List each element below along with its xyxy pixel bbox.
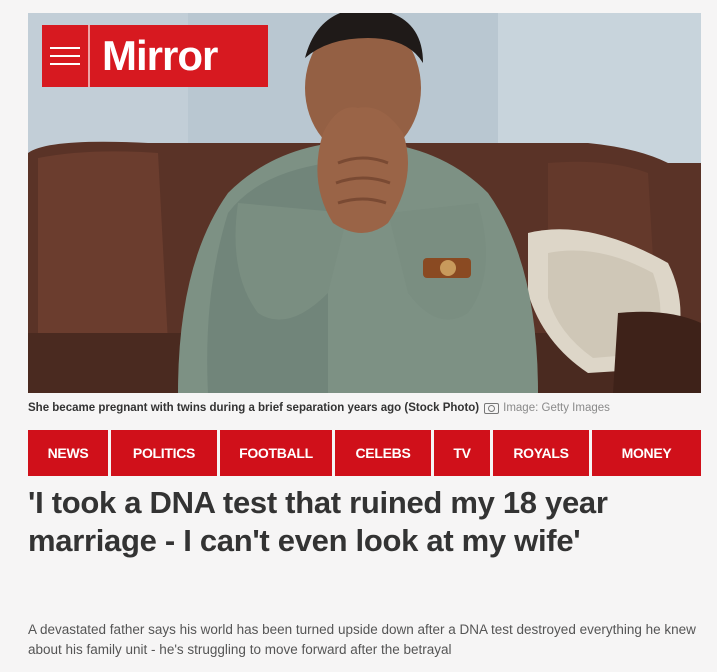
- nav-item-royals[interactable]: ROYALS: [493, 430, 589, 476]
- brand-name: Mirror: [102, 32, 218, 79]
- nav-item-celebs[interactable]: CELEBS: [335, 430, 431, 476]
- nav-item-football[interactable]: FOOTBALL: [220, 430, 332, 476]
- mirror-logo[interactable]: Mirror: [42, 25, 268, 87]
- article-headline: 'I took a DNA test that ruined my 18 yea…: [28, 485, 608, 558]
- caption-text: She became pregnant with twins during a …: [28, 402, 480, 414]
- nav-item-news[interactable]: NEWS: [28, 430, 108, 476]
- hamburger-menu-icon[interactable]: [42, 25, 90, 87]
- camera-icon: [484, 402, 500, 414]
- nav-item-money[interactable]: MONEY: [592, 430, 701, 476]
- nav-item-tv[interactable]: TV: [434, 430, 490, 476]
- article-standfirst: A devastated father says his world has b…: [28, 622, 696, 657]
- image-credit: Image: Getty Images: [503, 402, 610, 414]
- section-nav: NEWS POLITICS FOOTBALL CELEBS TV ROYALS …: [28, 430, 701, 476]
- image-caption: She became pregnant with twins during a …: [28, 398, 701, 418]
- hero-image: Mirror: [28, 13, 701, 393]
- nav-item-politics[interactable]: POLITICS: [111, 430, 217, 476]
